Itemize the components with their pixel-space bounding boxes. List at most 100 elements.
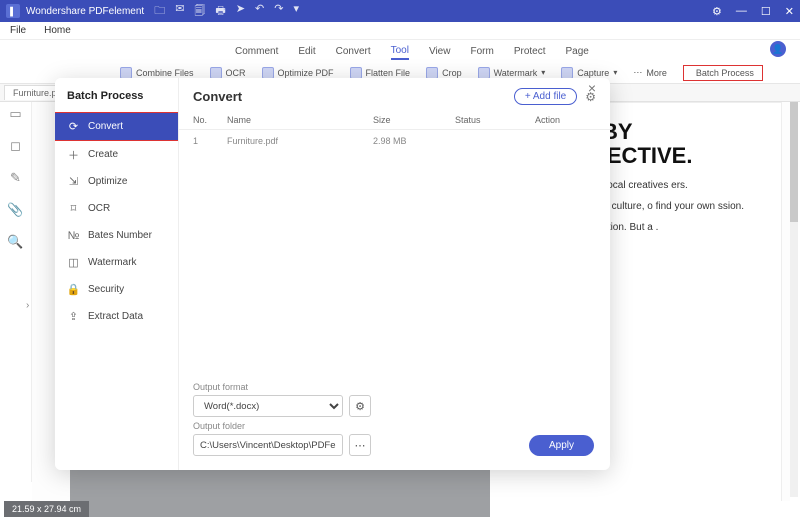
capture-icon [561, 67, 573, 79]
dialog-main: Convert + Add file ⚙ No. Name Size Statu… [179, 78, 610, 470]
user-avatar-icon[interactable]: 👤 [770, 41, 786, 57]
menu-file[interactable]: File [10, 25, 26, 36]
search-icon[interactable]: 🔍 [7, 234, 23, 250]
col-name: Name [227, 115, 373, 125]
sidebar-item-create[interactable]: ＋ Create [55, 141, 178, 168]
app-title: Wondershare PDFelement [26, 6, 144, 17]
add-file-button[interactable]: + Add file [514, 88, 577, 105]
quick-access-toolbar: 🗀 ✉ 🗐 🖶 ➤ ↶ ↷ ▾ [154, 2, 299, 21]
dialog-sidebar: Batch Process ⟳ Convert ＋ Create ⇲Optimize⌑O… [55, 78, 179, 470]
extract-data-icon: ⇪ [67, 310, 80, 323]
watermark-icon: ◫ [67, 256, 80, 269]
apply-button[interactable]: Apply [529, 435, 594, 456]
sidebar-item-ocr[interactable]: ⌑OCR [55, 195, 178, 222]
sidebar-item-label: Bates Number [88, 230, 152, 241]
create-icon: ＋ [67, 148, 80, 161]
maximize-button[interactable]: ☐ [761, 5, 771, 18]
undo-icon[interactable]: ↶ [255, 2, 264, 21]
col-action: Action [535, 115, 595, 125]
sidebar-item-label: Create [88, 149, 118, 160]
print-icon[interactable]: 🖶 [215, 2, 225, 21]
output-format-label: Output format [193, 382, 596, 392]
batch-process-dialog: × Batch Process ⟳Convert＋Create⇲Optimize… [55, 78, 610, 470]
dialog-title: Batch Process [55, 86, 178, 112]
sidebar-item-label: Optimize [88, 176, 127, 187]
menubar: File Home [0, 22, 800, 40]
sidebar-item-bates-number[interactable]: № Bates Number [55, 222, 178, 249]
thumbnails-icon[interactable]: ▭ [9, 106, 21, 122]
settings-icon[interactable]: ⚙ [712, 5, 722, 18]
open-icon[interactable]: 🗀 [154, 2, 165, 21]
sidebar-item-watermark[interactable]: ◫ Watermark [55, 249, 178, 276]
format-settings-button[interactable]: ⚙ [349, 395, 371, 417]
tool-crop[interactable]: Crop [426, 67, 462, 79]
chevron-down-icon: ▾ [541, 68, 545, 77]
tab-page[interactable]: Page [566, 44, 589, 59]
vertical-scrollbar[interactable] [790, 102, 798, 497]
sidebar-item-label: Convert [88, 121, 123, 132]
sidebar-item-extract-data[interactable]: ⇪Extract Data [55, 303, 178, 330]
close-button[interactable]: ✕ [785, 5, 794, 18]
tab-edit[interactable]: Edit [298, 44, 315, 59]
tab-form[interactable]: Form [470, 44, 493, 59]
output-folder-label: Output folder [193, 421, 596, 431]
expand-sidebar-icon[interactable]: › [26, 300, 29, 311]
tab-convert[interactable]: Convert [336, 44, 371, 59]
tab-protect[interactable]: Protect [514, 44, 546, 59]
tab-comment[interactable]: Comment [235, 44, 278, 59]
settings-cog-icon[interactable]: ⚙ [585, 90, 596, 104]
tab-tool[interactable]: Tool [391, 43, 409, 60]
app-logo-icon: ▌ [6, 4, 20, 18]
minimize-button[interactable]: ― [736, 5, 747, 18]
more-icon: ⋯ [633, 67, 642, 78]
menu-home[interactable]: Home [44, 25, 71, 36]
sidebar-item-label: OCR [88, 203, 110, 214]
sidebar-item-label: Security [88, 284, 124, 295]
sidebar-item-convert[interactable]: ⟳ Convert [55, 112, 178, 141]
save-icon[interactable]: ✉ [175, 2, 184, 21]
mail-icon[interactable]: 🗐 [194, 2, 205, 21]
chevron-down-icon: ▾ [613, 68, 617, 77]
tool-ocr[interactable]: OCR [210, 67, 246, 79]
tool-watermark[interactable]: Watermark▾ [478, 67, 546, 79]
dialog-panel-title: Convert [193, 89, 242, 104]
tool-capture[interactable]: Capture▾ [561, 67, 617, 79]
browse-folder-button[interactable]: ⋯ [349, 434, 371, 456]
file-table-header: No. Name Size Status Action [179, 111, 610, 130]
table-row[interactable]: 1Furniture.pdf2.98 MB [179, 130, 610, 152]
tab-view[interactable]: View [429, 44, 451, 59]
left-sidebar: ▭ ◻ ✎ 📎 🔍 [0, 102, 32, 482]
sidebar-item-optimize[interactable]: ⇲Optimize [55, 168, 178, 195]
ocr-icon [210, 67, 222, 79]
bookmarks-icon[interactable]: ◻ [10, 138, 21, 154]
convert-icon: ⟳ [67, 120, 80, 133]
qat-dropdown-icon[interactable]: ▾ [293, 2, 299, 21]
document-body-text: D BYLLECTIVE. meet local creatives ers. … [580, 120, 795, 264]
tool-batch-process[interactable]: Batch Process [683, 65, 763, 81]
sidebar-item-label: Watermark [88, 257, 137, 268]
sidebar-item-security[interactable]: 🔒 Security [55, 276, 178, 303]
scrollbar-thumb[interactable] [790, 102, 798, 222]
redo-icon[interactable]: ↷ [274, 2, 283, 21]
annotations-icon[interactable]: ✎ [10, 170, 21, 186]
status-page-dimensions: 21.59 x 27.94 cm [4, 501, 89, 517]
col-status: Status [455, 115, 535, 125]
flatten-icon [350, 67, 362, 79]
tool-flatten[interactable]: Flatten File [350, 67, 411, 79]
output-folder-input[interactable] [193, 434, 343, 456]
tool-combine[interactable]: Combine Files [120, 67, 194, 79]
attachments-icon[interactable]: 📎 [7, 202, 23, 218]
bates-number-icon: № [67, 229, 80, 242]
security-icon: 🔒 [67, 283, 80, 296]
ribbon-tabs: Comment Edit Convert Tool View Form Prot… [0, 40, 800, 62]
titlebar: ▌ Wondershare PDFelement 🗀 ✉ 🗐 🖶 ➤ ↶ ↷ ▾… [0, 0, 800, 22]
tool-more[interactable]: ⋯More [633, 67, 667, 78]
tool-optimize[interactable]: Optimize PDF [262, 67, 334, 79]
optimize-icon [262, 67, 274, 79]
col-size: Size [373, 115, 455, 125]
combine-icon [120, 67, 132, 79]
output-format-select[interactable]: Word(*.docx) [193, 395, 343, 417]
col-no: No. [193, 115, 227, 125]
crop-icon [426, 67, 438, 79]
share-icon[interactable]: ➤ [236, 2, 245, 21]
